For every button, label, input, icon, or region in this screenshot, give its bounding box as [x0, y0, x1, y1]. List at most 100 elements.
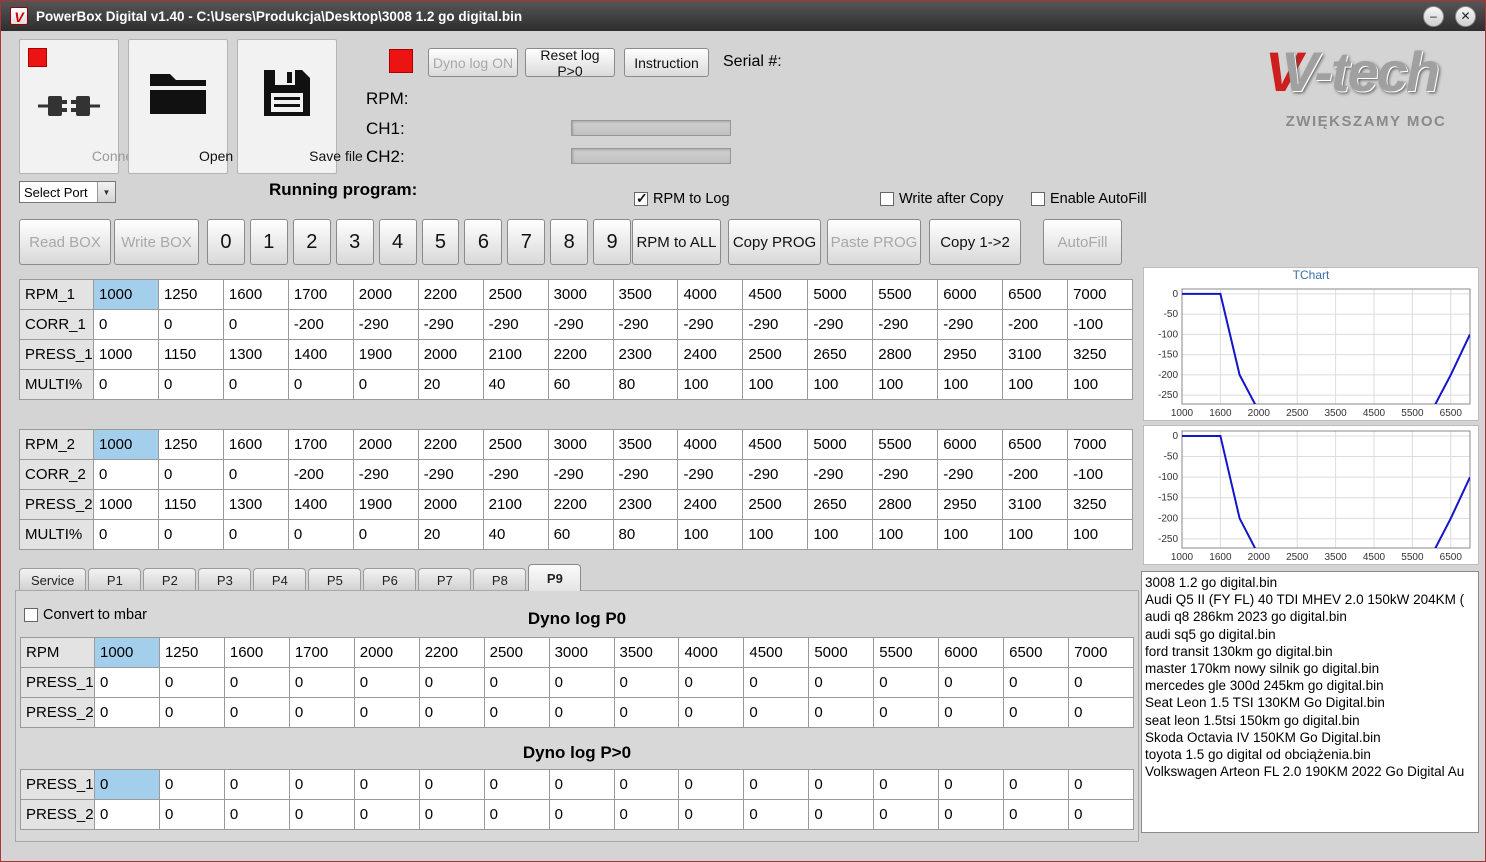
grid-cell[interactable]: 7000: [1068, 280, 1133, 310]
grid-cell[interactable]: 1150: [158, 490, 224, 520]
grid-cell[interactable]: -290: [873, 310, 939, 340]
grid-cell[interactable]: 1700: [288, 430, 354, 460]
grid-cell[interactable]: 2200: [548, 340, 614, 370]
grid-cell[interactable]: 0: [224, 698, 290, 728]
grid-cell[interactable]: -290: [678, 460, 744, 490]
grid-cell[interactable]: 3500: [613, 280, 679, 310]
grid-cell[interactable]: 100: [678, 370, 744, 400]
file-list-item[interactable]: Audi Q5 II (FY FL) 40 TDI MHEV 2.0 150kW…: [1142, 591, 1478, 608]
grid-cell[interactable]: 1250: [158, 280, 224, 310]
grid-cell[interactable]: 2200: [418, 430, 484, 460]
grid-cell[interactable]: 0: [1004, 698, 1070, 728]
grid-cell[interactable]: -200: [288, 460, 354, 490]
grid-cell[interactable]: 4500: [743, 280, 809, 310]
minimize-button[interactable]: –: [1423, 5, 1444, 27]
grid-cell[interactable]: 0: [353, 370, 419, 400]
grid-cell[interactable]: 0: [158, 520, 224, 550]
grid-cell[interactable]: 5000: [808, 430, 874, 460]
grid-cell[interactable]: 0: [1069, 668, 1134, 698]
grid-cell[interactable]: 0: [158, 460, 224, 490]
grid-cell[interactable]: 0: [95, 698, 160, 728]
grid-cell[interactable]: 1000: [94, 430, 159, 460]
grid-cell[interactable]: -290: [808, 460, 874, 490]
grid-cell[interactable]: 0: [744, 698, 810, 728]
grid-cell[interactable]: 2100: [483, 490, 549, 520]
grid-cell[interactable]: 4500: [744, 638, 810, 668]
grid-cell[interactable]: 0: [939, 698, 1005, 728]
tab-p2[interactable]: P2: [143, 568, 197, 591]
grid-cell[interactable]: 2200: [418, 280, 484, 310]
grid-cell[interactable]: 1000: [94, 340, 159, 370]
grid-cell[interactable]: 3000: [548, 430, 614, 460]
file-list-item[interactable]: 3008 1.2 go digital.bin: [1142, 574, 1478, 591]
grid-cell[interactable]: 2400: [678, 340, 744, 370]
grid-cell[interactable]: 0: [809, 668, 875, 698]
grid-cell[interactable]: 2950: [938, 490, 1004, 520]
grid-cell[interactable]: 0: [289, 800, 355, 830]
grid-cell[interactable]: 1900: [353, 340, 419, 370]
grid-cell[interactable]: 20: [418, 520, 484, 550]
grid-cell[interactable]: 0: [419, 698, 485, 728]
grid-cell[interactable]: 0: [549, 698, 615, 728]
read-box-button[interactable]: Read BOX: [19, 219, 111, 265]
grid-cell[interactable]: 0: [549, 800, 615, 830]
grid-cell[interactable]: 0: [419, 800, 485, 830]
grid-cell[interactable]: 0: [939, 770, 1005, 800]
grid-cell[interactable]: 0: [679, 770, 745, 800]
tab-p4[interactable]: P4: [253, 568, 307, 591]
grid-cell[interactable]: 0: [354, 668, 420, 698]
grid-cell[interactable]: 7000: [1068, 430, 1133, 460]
file-list-item[interactable]: audi q8 286km 2023 go digital.bin: [1142, 608, 1478, 625]
grid-cell[interactable]: 0: [484, 770, 550, 800]
grid-cell[interactable]: 0: [874, 668, 940, 698]
grid-cell[interactable]: 100: [1068, 370, 1133, 400]
grid-cell[interactable]: 4000: [678, 430, 744, 460]
grid-cell[interactable]: 0: [94, 310, 159, 340]
grid-cell[interactable]: -290: [418, 310, 484, 340]
grid-cell[interactable]: 100: [873, 520, 939, 550]
file-list-item[interactable]: audi sq5 go digital.bin: [1142, 626, 1478, 643]
grid-cell[interactable]: 2950: [938, 340, 1004, 370]
grid-cell[interactable]: 0: [679, 698, 745, 728]
grid-cell[interactable]: 100: [808, 370, 874, 400]
grid-cell[interactable]: 2500: [743, 340, 809, 370]
grid-cell[interactable]: 80: [613, 520, 679, 550]
grid-cell[interactable]: 100: [678, 520, 744, 550]
grid-cell[interactable]: 0: [288, 370, 354, 400]
grid-cell[interactable]: 100: [743, 520, 809, 550]
grid-cell[interactable]: 4000: [679, 638, 745, 668]
grid-cell[interactable]: 2100: [483, 340, 549, 370]
grid-cell[interactable]: 2000: [418, 490, 484, 520]
grid-cell[interactable]: 2500: [483, 430, 549, 460]
tab-p1[interactable]: P1: [88, 568, 142, 591]
grid-cell[interactable]: 1300: [223, 340, 289, 370]
program-button-1[interactable]: 1: [249, 219, 288, 265]
grid-cell[interactable]: 1000: [95, 638, 160, 668]
file-list-item[interactable]: mercedes gle 300d 245km go digital.bin: [1142, 677, 1478, 694]
grid-cell[interactable]: 5500: [873, 430, 939, 460]
grid-cell[interactable]: 100: [938, 370, 1004, 400]
grid-cell[interactable]: 1600: [224, 638, 290, 668]
grid-cell[interactable]: 2800: [873, 490, 939, 520]
file-list-item[interactable]: toyota 1.5 go digital od obciążenia.bin: [1142, 746, 1478, 763]
grid-cell[interactable]: 0: [354, 770, 420, 800]
grid-cell[interactable]: 0: [159, 698, 225, 728]
grid-cell[interactable]: 2000: [353, 280, 419, 310]
grid-cell[interactable]: 0: [614, 800, 680, 830]
grid-cell[interactable]: 1900: [353, 490, 419, 520]
grid-cell[interactable]: 0: [289, 668, 355, 698]
grid-cell[interactable]: 100: [1003, 520, 1069, 550]
grid-cell[interactable]: 40: [483, 520, 549, 550]
grid-cell[interactable]: 0: [223, 460, 289, 490]
grid-cell[interactable]: 0: [95, 770, 160, 800]
grid-cell[interactable]: 0: [95, 800, 160, 830]
grid-cell[interactable]: 2500: [743, 490, 809, 520]
grid-cell[interactable]: 0: [1069, 698, 1134, 728]
tab-p5[interactable]: P5: [308, 568, 362, 591]
grid-cell[interactable]: 0: [744, 770, 810, 800]
grid-cell[interactable]: 1600: [223, 280, 289, 310]
grid-cell[interactable]: 60: [548, 370, 614, 400]
grid-cell[interactable]: 0: [158, 310, 224, 340]
grid-cell[interactable]: 60: [548, 520, 614, 550]
grid-cell[interactable]: 3250: [1068, 490, 1133, 520]
